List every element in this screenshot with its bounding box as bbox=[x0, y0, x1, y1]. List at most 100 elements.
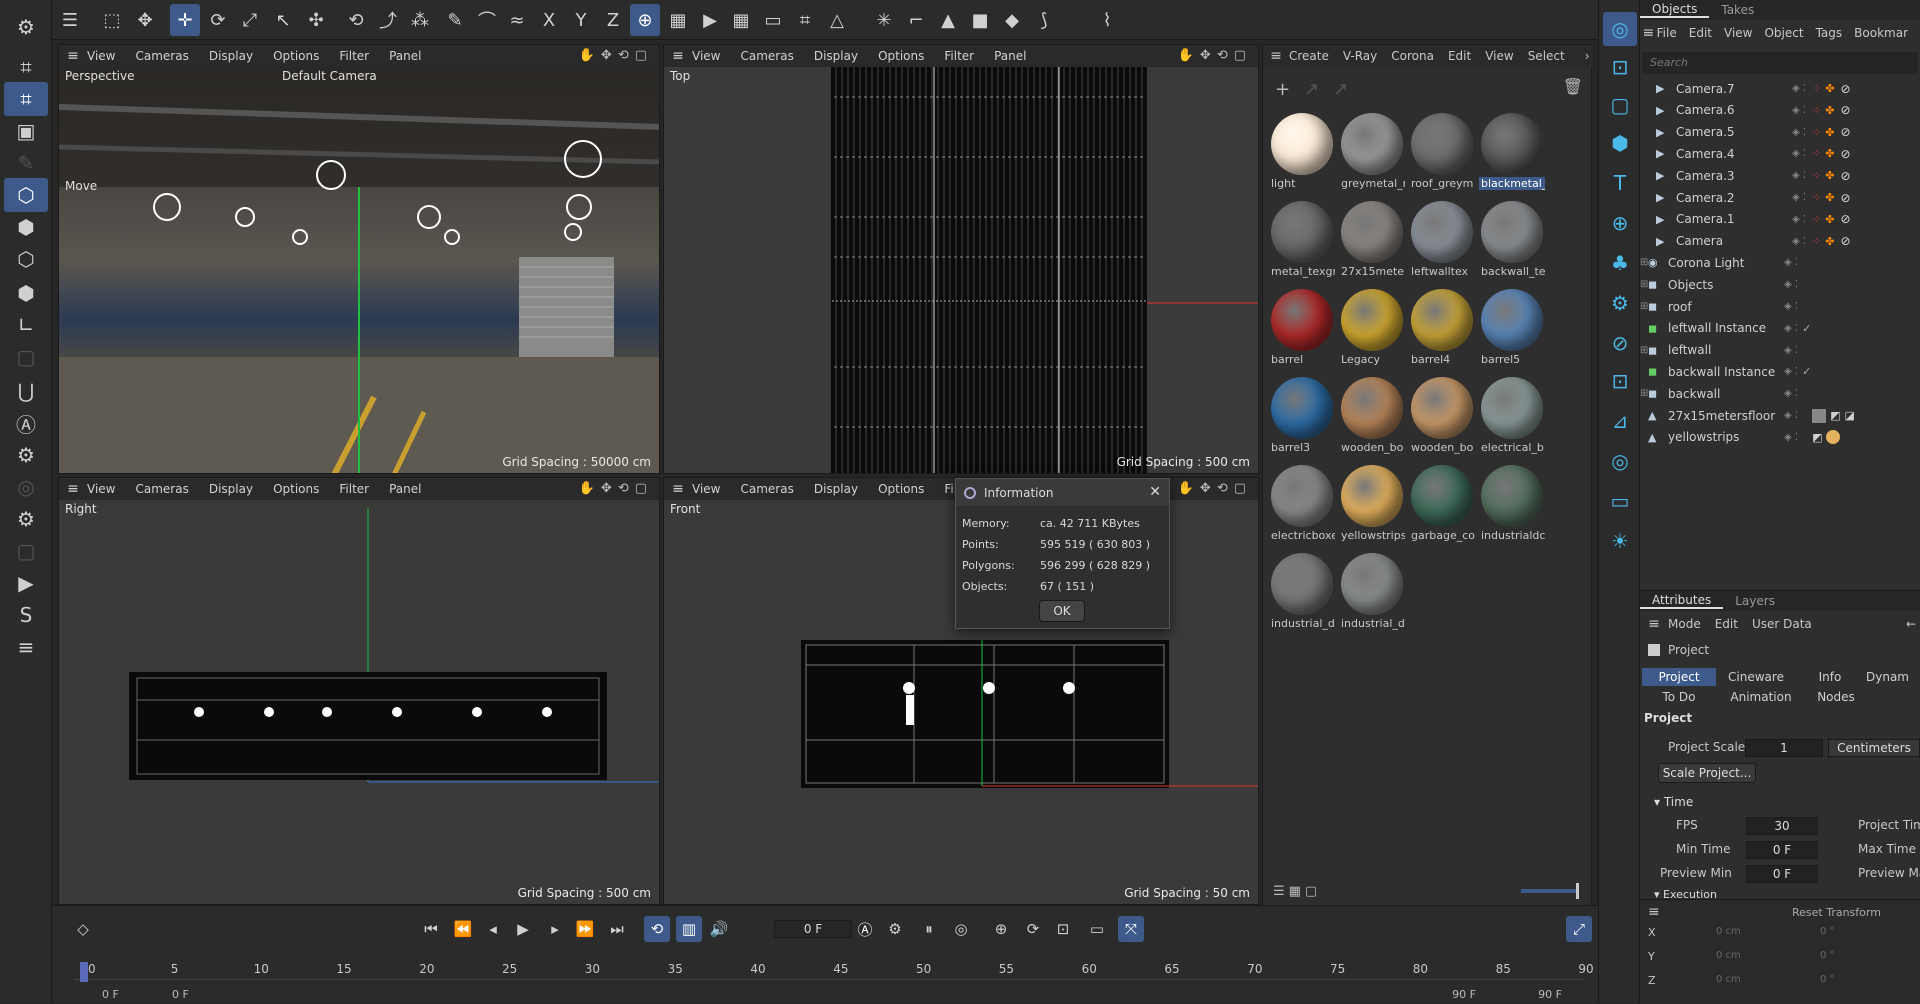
object-name[interactable]: backwall bbox=[1668, 387, 1780, 401]
toolbar-tool-icon[interactable]: ≈ bbox=[502, 4, 532, 36]
material-swatch[interactable]: barrel4 bbox=[1409, 287, 1475, 371]
toolbar-tool-icon[interactable]: X bbox=[534, 4, 564, 36]
material-swatch[interactable]: garbage_co bbox=[1409, 463, 1475, 547]
viewport-menu-options[interactable]: Options bbox=[878, 482, 924, 496]
object-name[interactable]: backwall Instance bbox=[1668, 365, 1780, 379]
search-input[interactable]: Search bbox=[1642, 52, 1918, 74]
toolbar-tool-icon[interactable]: ◆ bbox=[997, 4, 1027, 36]
viewport-nav-icons[interactable]: ✋✥⟲▢ bbox=[579, 481, 653, 496]
disabled-tag-icon[interactable]: ⊘ bbox=[1841, 169, 1851, 183]
viewport-right[interactable]: ≡ View Cameras Display Options Filter Panel ✋… bbox=[58, 477, 660, 905]
visibility-dots-icon[interactable]: ◈ ⁚ bbox=[1784, 257, 1798, 268]
hamburger-icon[interactable]: ≡ bbox=[664, 481, 692, 497]
material-menu-view[interactable]: View bbox=[1485, 49, 1513, 63]
position-field[interactable]: 0 cm bbox=[1716, 974, 1741, 985]
viewport-menu-view[interactable]: View bbox=[692, 49, 720, 63]
material-swatch[interactable]: industrialdc bbox=[1479, 463, 1545, 547]
expand-plus-icon[interactable]: ⊞ bbox=[1640, 279, 1648, 290]
toolbar-tool-icon[interactable]: ☰ bbox=[55, 4, 85, 36]
object-name[interactable]: Camera.7 bbox=[1676, 82, 1788, 96]
toolbar-tool-icon[interactable]: ⌗ bbox=[790, 4, 820, 36]
play-icon[interactable]: ▶ bbox=[510, 916, 536, 942]
toolbar-tool-icon[interactable]: ✣ bbox=[301, 4, 331, 36]
left-tool-icon[interactable]: ⬡ bbox=[4, 178, 48, 212]
menu-edit[interactable]: Edit bbox=[1715, 617, 1738, 631]
hamburger-icon[interactable]: ≡ bbox=[59, 481, 87, 497]
time-label[interactable]: Time bbox=[1664, 795, 1693, 809]
material-tag-icon[interactable] bbox=[1826, 430, 1841, 445]
subtab-cineware[interactable]: Cineware bbox=[1718, 668, 1794, 686]
viewport-nav-icons[interactable]: ✋✥⟲▢ bbox=[1178, 481, 1252, 496]
viewport-menu-panel[interactable]: Panel bbox=[994, 49, 1026, 63]
material-menu-corona[interactable]: Corona bbox=[1391, 49, 1434, 63]
spline-icon[interactable]: ⊡ bbox=[1603, 50, 1637, 84]
scale-project-button[interactable]: Scale Project... bbox=[1658, 763, 1756, 783]
uv-tag-icon[interactable]: ◩ bbox=[1830, 409, 1840, 422]
left-tool-icon[interactable]: S bbox=[4, 598, 48, 632]
object-menu-bookmar[interactable]: Bookmar bbox=[1854, 26, 1908, 40]
cloner-icon[interactable]: ♣ bbox=[1603, 246, 1637, 280]
left-tool-icon[interactable]: ⚙ bbox=[4, 502, 48, 536]
object-row[interactable]: ⊞ ◼ roof ◈ ⁚ bbox=[1640, 296, 1920, 317]
text-icon[interactable]: T bbox=[1603, 166, 1637, 200]
toolbar-tool-icon[interactable]: ↖ bbox=[268, 4, 298, 36]
object-menu-edit[interactable]: Edit bbox=[1689, 26, 1712, 40]
viewport-menus[interactable]: View Cameras Display Options Filter Panel bbox=[87, 49, 441, 63]
object-row[interactable]: ⊞ ◼ leftwall ◈ ⁚ bbox=[1640, 340, 1920, 361]
tab-takes[interactable]: Takes bbox=[1709, 3, 1766, 17]
camera-tag-icon[interactable]: ⁘ bbox=[1812, 126, 1821, 139]
toolbar-tool-icon[interactable]: ✥ bbox=[130, 4, 160, 36]
go-start-icon[interactable]: ⏮ bbox=[418, 916, 444, 942]
object-row[interactable]: ⊞ ◼ backwall ◈ ⁚ bbox=[1640, 383, 1920, 404]
subtab-animation[interactable]: Animation bbox=[1718, 688, 1804, 706]
object-row[interactable]: ▶ Camera.4 ◈ ⁚ ⁘ ✤ ⊘ bbox=[1640, 143, 1920, 164]
object-row[interactable]: ▲ 27x15metersfloor ◈ ⁚ ◩ ◪ bbox=[1640, 405, 1920, 426]
toolbar-tool-icon[interactable]: ⟆ bbox=[1029, 4, 1059, 36]
visibility-dots-icon[interactable]: ◈ ⁚ bbox=[1784, 366, 1798, 377]
viewport-menu-view[interactable]: View bbox=[87, 482, 115, 496]
visibility-dots-icon[interactable]: ◈ ⁚ bbox=[1792, 236, 1806, 247]
visibility-dots-icon[interactable]: ◈ ⁚ bbox=[1792, 83, 1806, 94]
viewport-menus[interactable]: View Cameras Display Options Filter Panel bbox=[692, 49, 1046, 63]
timeline-ruler[interactable] bbox=[74, 956, 1584, 980]
object-name[interactable]: leftwall bbox=[1668, 343, 1780, 357]
subtab-todo[interactable]: To Do bbox=[1642, 688, 1716, 706]
param-key-icon[interactable]: ▭ bbox=[1084, 916, 1110, 942]
toolbar-tool-icon[interactable]: ⬚ bbox=[97, 4, 127, 36]
scene-icon[interactable]: ⊡ bbox=[1603, 364, 1637, 398]
protection-tag-icon[interactable]: ✤ bbox=[1825, 82, 1834, 95]
toolbar-tool-icon[interactable]: Z bbox=[598, 4, 628, 36]
viewport-menu-panel[interactable]: Panel bbox=[389, 482, 421, 496]
protection-tag-icon[interactable]: ✤ bbox=[1825, 235, 1834, 248]
material-menu-edit[interactable]: Edit bbox=[1448, 49, 1471, 63]
rotation-field[interactable]: 0 ° bbox=[1820, 974, 1835, 985]
left-tool-icon[interactable]: ⬢ bbox=[4, 210, 48, 244]
toolbar-tool-icon[interactable]: ⁂ bbox=[405, 4, 435, 36]
object-row[interactable]: ◼ leftwall Instance ◈ ⁚ ✓ bbox=[1640, 318, 1920, 339]
viewport-menus[interactable]: View Cameras Display Options Filter Panel bbox=[87, 482, 441, 496]
material-swatch[interactable]: backwall_te bbox=[1479, 199, 1545, 283]
menu-mode[interactable]: Mode bbox=[1668, 617, 1701, 631]
position-field[interactable]: 0 cm bbox=[1716, 950, 1741, 961]
toolbar-tool-icon[interactable]: ⌐ bbox=[901, 4, 931, 36]
object-name[interactable]: leftwall Instance bbox=[1668, 321, 1780, 335]
material-tag-icon[interactable] bbox=[1812, 408, 1827, 423]
pause-icon[interactable]: ⏸ bbox=[916, 916, 942, 942]
camera-tag-icon[interactable]: ⁘ bbox=[1812, 104, 1821, 117]
visibility-dots-icon[interactable]: ◈ ⁚ bbox=[1792, 170, 1806, 181]
material-swatch[interactable]: leftwalltex bbox=[1409, 199, 1475, 283]
left-tool-icon[interactable]: ▢ bbox=[4, 534, 48, 568]
object-row[interactable]: ▶ Camera.7 ◈ ⁚ ⁘ ✤ ⊘ bbox=[1640, 78, 1920, 99]
visibility-dots-icon[interactable]: ◈ ⁚ bbox=[1784, 279, 1798, 290]
preview-min-field[interactable]: 0 F bbox=[1746, 865, 1818, 883]
left-tool-icon[interactable]: ⌗ bbox=[4, 50, 48, 84]
material-swatch[interactable]: barrel bbox=[1269, 287, 1335, 371]
object-menu-tags[interactable]: Tags bbox=[1816, 26, 1843, 40]
object-name[interactable]: Camera.5 bbox=[1676, 125, 1788, 139]
disabled-tag-icon[interactable]: ⊘ bbox=[1841, 147, 1851, 161]
toolbar-tool-icon[interactable]: ⤴ bbox=[373, 4, 403, 36]
material-menu-v-ray[interactable]: V-Ray bbox=[1343, 49, 1377, 63]
scale-key-icon[interactable]: ⊡ bbox=[1050, 916, 1076, 942]
toolbar-tool-icon[interactable]: ▦ bbox=[663, 4, 693, 36]
object-name[interactable]: Camera bbox=[1676, 234, 1788, 248]
